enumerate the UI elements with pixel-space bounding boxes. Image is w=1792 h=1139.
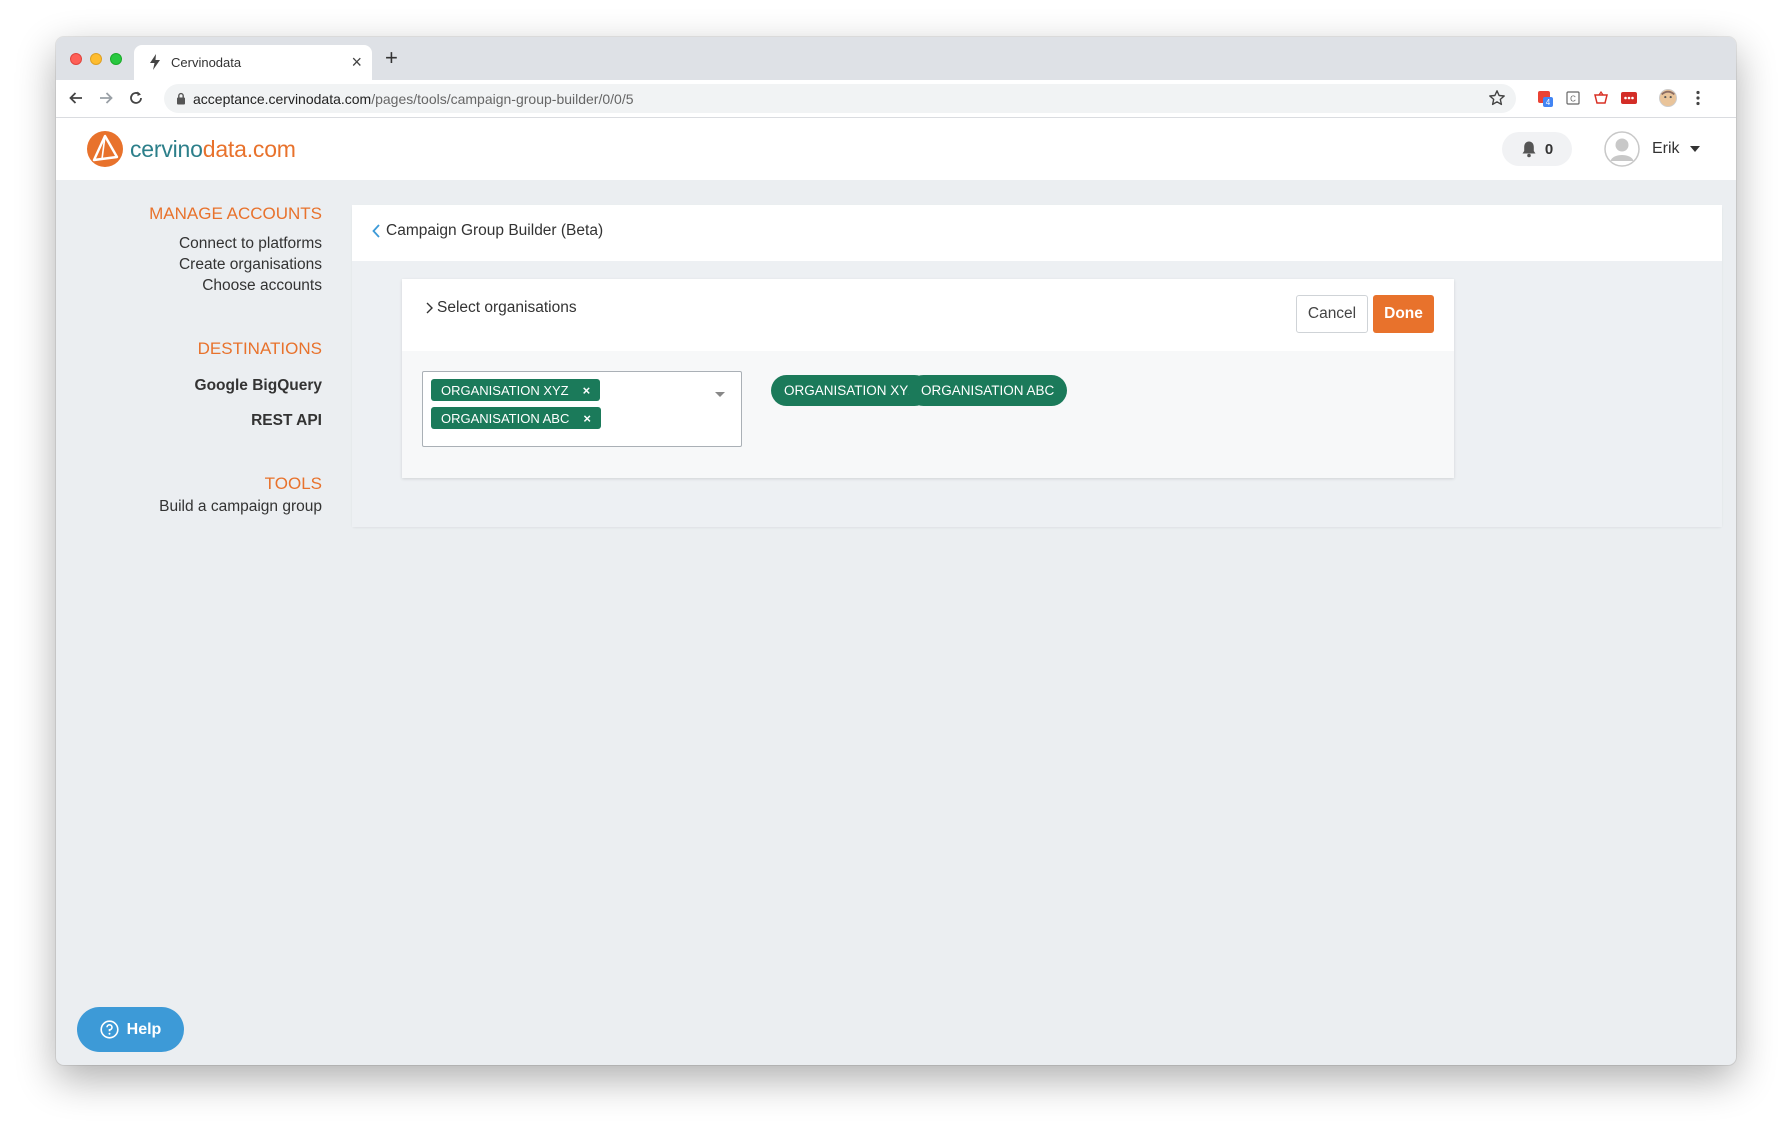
sidebar-item-google-bigquery[interactable]: Google BigQuery <box>195 377 322 395</box>
notifications-button[interactable]: 0 <box>1502 132 1572 166</box>
forward-arrow-icon[interactable] <box>94 86 118 110</box>
user-name: Erik <box>1652 140 1680 157</box>
reload-icon[interactable] <box>124 86 148 110</box>
close-window-button[interactable] <box>70 53 82 65</box>
chip-label: ORGANISATION ABC <box>441 410 570 426</box>
organisations-multiselect[interactable]: ORGANISATION XYZ × ORGANISATION ABC × <box>422 371 742 447</box>
back-link[interactable]: Campaign Group Builder (Beta) <box>372 222 603 240</box>
app-header: cervinodata.com 0 Erik <box>56 118 1736 180</box>
card-header: Campaign Group Builder (Beta) <box>352 205 1722 261</box>
help-button[interactable]: Help <box>77 1007 184 1052</box>
back-arrow-icon[interactable] <box>64 86 88 110</box>
profile-avatar-icon[interactable] <box>1659 89 1677 107</box>
new-tab-button[interactable]: + <box>385 46 398 70</box>
remove-chip-icon[interactable]: × <box>583 411 591 426</box>
sidebar-item-choose-accounts[interactable]: Choose accounts <box>202 277 322 295</box>
step-label: Select organisations <box>437 299 577 316</box>
browser-tab[interactable]: Cervinodata × <box>134 45 372 80</box>
minimize-window-button[interactable] <box>90 53 102 65</box>
select-organisations-toggle[interactable]: Select organisations <box>426 299 577 317</box>
browser-window: Cervinodata × + acceptance.cervinodata.c… <box>56 37 1736 1065</box>
question-circle-icon <box>100 1020 119 1039</box>
selected-chip-organisation-xyz: ORGANISATION XYZ × <box>431 379 601 401</box>
organisation-pill-xyz: ORGANISATION XYZ <box>771 375 930 406</box>
sidebar-title-destinations: DESTINATIONS <box>197 339 322 358</box>
tab-strip: Cervinodata × + <box>56 37 1736 80</box>
sidebar-title-manage-accounts: MANAGE ACCOUNTS <box>149 204 322 223</box>
calendar-extension-icon[interactable]: 4 <box>1536 89 1554 107</box>
lightning-icon <box>150 54 160 70</box>
clipboard-extension-icon[interactable]: C <box>1564 89 1582 107</box>
sidebar-item-connect-platforms[interactable]: Connect to platforms <box>179 235 322 253</box>
help-label: Help <box>126 1020 162 1038</box>
basket-extension-icon[interactable] <box>1592 89 1610 107</box>
select-organisations-panel: Select organisations Cancel Done ORGANIS… <box>402 279 1454 478</box>
url-text: acceptance.cervinodata.com/pages/tools/c… <box>193 91 634 107</box>
user-menu[interactable]: Erik <box>1604 130 1700 168</box>
sidebar-item-create-organisations[interactable]: Create organisations <box>179 256 322 274</box>
maximize-window-button[interactable] <box>110 53 122 65</box>
notification-count: 0 <box>1544 140 1554 158</box>
sidebar-item-rest-api[interactable]: REST API <box>251 412 322 430</box>
cervinodata-logo[interactable]: cervinodata.com <box>86 130 296 168</box>
selected-chip-organisation-abc: ORGANISATION ABC × <box>431 407 601 429</box>
mountain-logo-icon <box>87 131 123 167</box>
campaign-group-builder-card: Campaign Group Builder (Beta) Select org… <box>352 205 1722 527</box>
sidebar-item-build-campaign-group[interactable]: Build a campaign group <box>159 498 322 516</box>
tab-title: Cervinodata <box>171 55 242 70</box>
chevron-left-icon <box>372 224 380 238</box>
svg-text:C: C <box>1570 95 1576 104</box>
card-body: Select organisations Cancel Done ORGANIS… <box>352 261 1722 527</box>
panel-body: ORGANISATION XYZ × ORGANISATION ABC × OR… <box>402 351 1454 478</box>
cancel-button[interactable]: Cancel <box>1296 295 1368 333</box>
dropdown-arrow-icon[interactable] <box>715 392 725 397</box>
chevron-down-icon <box>1689 146 1700 152</box>
sidebar-title-tools: TOOLS <box>264 474 322 493</box>
address-bar[interactable]: acceptance.cervinodata.com/pages/tools/c… <box>164 84 1516 113</box>
panel-header: Select organisations Cancel Done <box>402 279 1454 351</box>
svg-text:4: 4 <box>1546 98 1551 107</box>
chip-label: ORGANISATION XYZ <box>441 382 569 398</box>
lock-icon <box>177 92 185 105</box>
remove-chip-icon[interactable]: × <box>583 383 591 398</box>
done-button[interactable]: Done <box>1373 295 1434 333</box>
organisation-pill-abc: ORGANISATION ABC <box>908 375 1068 406</box>
page-title: Campaign Group Builder (Beta) <box>386 222 604 239</box>
menu-dots-icon[interactable] <box>1689 89 1707 107</box>
browser-toolbar: acceptance.cervinodata.com/pages/tools/c… <box>56 80 1736 118</box>
bookmark-star-icon[interactable] <box>1488 89 1506 107</box>
bell-icon <box>1522 141 1536 158</box>
user-avatar-icon <box>1604 131 1640 167</box>
chevron-right-icon <box>426 302 433 314</box>
tab-close-icon[interactable]: × <box>351 51 362 73</box>
lastpass-extension-icon[interactable] <box>1620 89 1638 107</box>
